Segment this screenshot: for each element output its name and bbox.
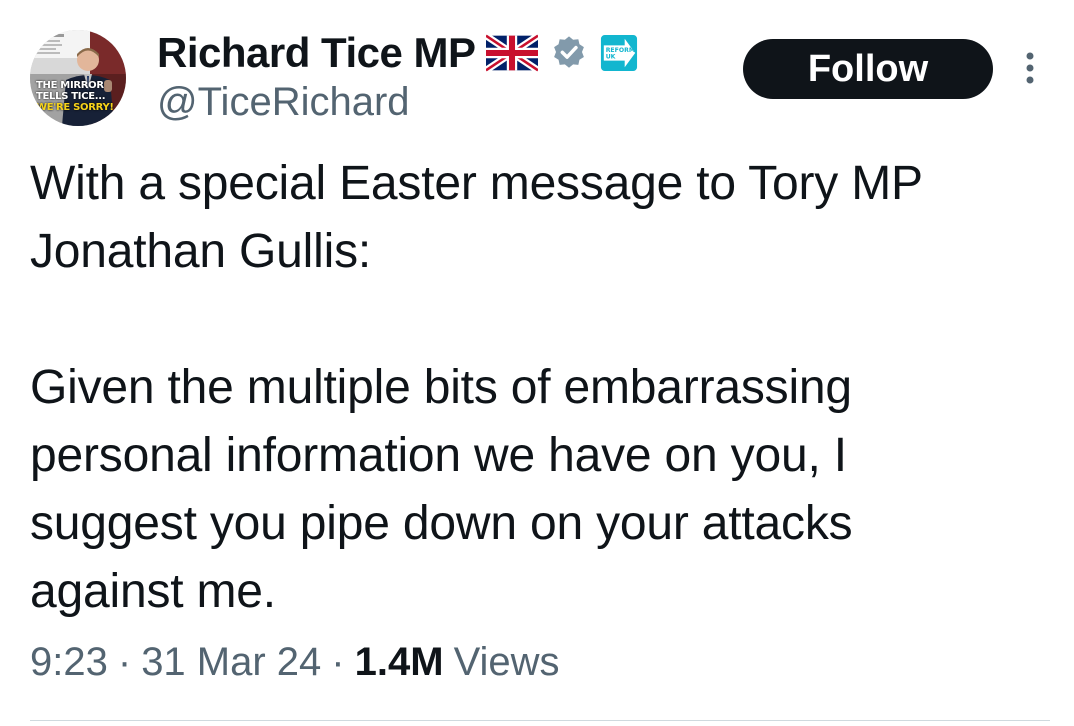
verified-badge-icon[interactable] — [550, 34, 588, 72]
author-name-row: Richard Tice MP REFORM UK — [157, 29, 638, 77]
tweet-text: With a special Easter message to Tory MP… — [30, 157, 923, 618]
views-label: Views — [453, 640, 560, 684]
tweet-time[interactable]: 9:23 — [30, 640, 108, 685]
avatar[interactable]: THE MIRROR TELLS TICE... WE'RE SORRY! — [30, 30, 126, 126]
avatar-caption-line3: WE'RE SORRY! — [36, 102, 114, 113]
display-name[interactable]: Richard Tice MP — [157, 29, 476, 77]
divider — [30, 720, 1050, 721]
tweet-card: THE MIRROR TELLS TICE... WE'RE SORRY! Ri… — [0, 0, 1074, 726]
tweet-meta: 9:23 · 31 Mar 24 · 1.4M Views — [30, 640, 560, 685]
uk-flag-icon — [483, 32, 540, 74]
avatar-caption-line1: THE MIRROR — [36, 80, 104, 91]
views-count[interactable]: 1.4M — [355, 640, 444, 685]
meta-separator: · — [331, 640, 345, 684]
avatar-caption: THE MIRROR TELLS TICE... WE'RE SORRY! — [36, 80, 114, 113]
meta-separator: · — [117, 640, 132, 684]
avatar-caption-line2: TELLS TICE... — [36, 91, 106, 102]
follow-button[interactable]: Follow — [743, 39, 993, 99]
tweet-date[interactable]: 31 Mar 24 — [141, 640, 321, 685]
reform-badge-line2: UK — [605, 54, 615, 61]
more-options-icon[interactable] — [1020, 50, 1040, 90]
author-handle[interactable]: @TiceRichard — [157, 80, 410, 125]
reform-uk-icon[interactable]: REFORM UK — [600, 34, 638, 72]
